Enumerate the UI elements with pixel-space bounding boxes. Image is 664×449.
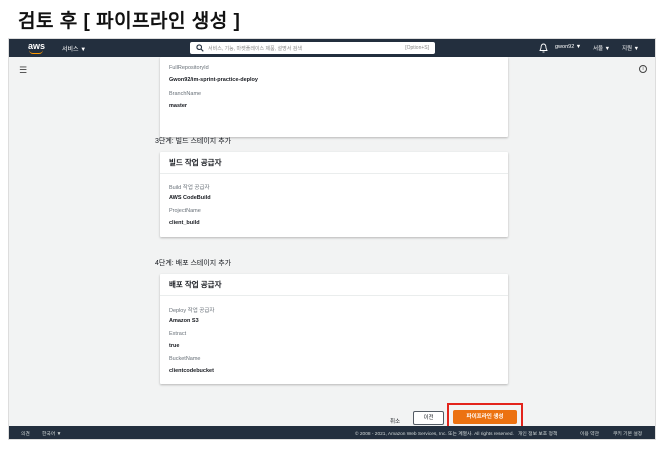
create-pipeline-button[interactable]: 파이프라인 생성 — [453, 410, 517, 424]
terms-link[interactable]: 이용 약관 — [580, 430, 599, 437]
field-value: Amazon S3 — [169, 318, 199, 324]
footer: 의견 한국어 ▼ © 2008 - 2021, Amazon Web Servi… — [9, 426, 655, 439]
field-label: ProjectName — [169, 208, 201, 214]
deploy-provider-card: 배포 작업 공급자 Deploy 작업 공급자 Amazon S3 Extrac… — [160, 274, 508, 384]
field-label: BucketName — [169, 356, 201, 362]
field-label: BranchName — [169, 91, 202, 97]
field-value: true — [169, 343, 180, 349]
search-icon — [196, 44, 204, 52]
previous-button[interactable]: 이전 — [413, 411, 444, 425]
deploy-section-title: 4단계: 배포 스테이지 추가 — [155, 260, 232, 267]
page-title: 검토 후 [ 파이프라인 생성 ] — [18, 11, 241, 32]
field-value: clientcodebucket — [169, 368, 214, 374]
field-value: AWS CodeBuild — [169, 195, 211, 201]
review-panel: FullRepositoryId Gwon92/im-sprint-practi… — [155, 57, 523, 431]
field-label: Deploy 작업 공급자 — [169, 308, 215, 314]
field-value: master — [169, 103, 188, 109]
field-label: FullRepositoryId — [169, 65, 209, 71]
privacy-link[interactable]: 개인 정보 보호 정책 — [518, 430, 557, 437]
field-value: Gwon92/im-sprint-practice-deploy — [169, 77, 258, 83]
cookie-preferences-link[interactable]: 쿠키 기본 설정 — [613, 430, 642, 437]
field-value: client_build — [169, 220, 200, 226]
feedback-link[interactable]: 의견 — [21, 430, 30, 437]
info-icon[interactable]: i — [639, 65, 647, 73]
language-selector[interactable]: 한국어 ▼ — [42, 430, 61, 437]
build-provider-card: 빌드 작업 공급자 Build 작업 공급자 AWS CodeBuild Pro… — [160, 152, 508, 237]
services-menu[interactable]: 서비스 ▼ — [62, 44, 86, 53]
card-header: 배포 작업 공급자 — [160, 274, 508, 296]
bell-icon[interactable] — [539, 43, 548, 53]
cancel-button[interactable]: 취소 — [390, 417, 400, 425]
card-header: 빌드 작업 공급자 — [160, 152, 508, 174]
support-menu[interactable]: 지원 ▼ — [622, 44, 639, 52]
top-navigation: aws 서비스 ▼ 서비스, 기능, 마켓플레이스 제품, 설명서 검색 [Op… — [9, 39, 655, 57]
account-menu[interactable]: gwon92 ▼ — [555, 44, 581, 50]
hamburger-menu-icon[interactable]: ☰ — [19, 65, 27, 76]
source-card: FullRepositoryId Gwon92/im-sprint-practi… — [160, 57, 508, 137]
aws-logo[interactable]: aws — [28, 41, 50, 55]
console-screen: aws 서비스 ▼ 서비스, 기능, 마켓플레이스 제품, 설명서 검색 [Op… — [8, 38, 656, 440]
search-input[interactable]: 서비스, 기능, 마켓플레이스 제품, 설명서 검색 — [208, 45, 302, 52]
build-section-title: 3단계: 빌드 스테이지 추가 — [155, 138, 232, 145]
search-shortcut: [Option+S] — [405, 45, 429, 51]
aws-smile-icon — [29, 50, 43, 54]
field-label: Extract — [169, 331, 187, 337]
copyright-text: © 2008 - 2021, Amazon Web Services, Inc.… — [355, 432, 514, 437]
field-label: Build 작업 공급자 — [169, 185, 210, 191]
search-box[interactable]: 서비스, 기능, 마켓플레이스 제품, 설명서 검색 [Option+S] — [190, 42, 435, 54]
region-menu[interactable]: 서울 ▼ — [593, 44, 610, 52]
